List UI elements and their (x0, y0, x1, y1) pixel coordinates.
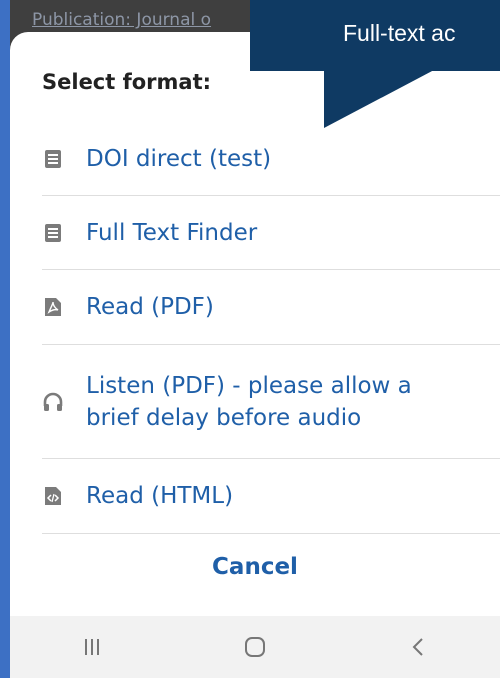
option-label: Read (HTML) (86, 483, 234, 509)
option-label: Listen (PDF) - please allow a brief dela… (86, 372, 412, 431)
document-icon (42, 148, 64, 170)
option-label: Full Text Finder (86, 219, 258, 246)
document-icon (42, 222, 64, 244)
html-icon (42, 485, 64, 507)
headphones-icon (42, 391, 64, 413)
option-listen-pdf[interactable]: Listen (PDF) - please allow a brief dela… (42, 345, 500, 459)
option-full-text-finder[interactable]: Full Text Finder (42, 196, 500, 270)
sheet-title: Select format: (42, 70, 212, 94)
cancel-button[interactable]: Cancel (10, 554, 500, 580)
tooltip-text: Full-text ac (343, 20, 456, 46)
home-icon[interactable] (225, 632, 285, 662)
pdf-icon (42, 296, 64, 318)
system-nav-bar (10, 616, 500, 678)
option-label: DOI direct (test) (86, 145, 272, 172)
option-read-html[interactable]: Read (HTML) (42, 459, 500, 534)
tooltip-pointer (324, 70, 434, 128)
recent-apps-icon[interactable] (62, 632, 122, 662)
full-text-tooltip: Full-text ac (250, 0, 500, 71)
option-doi-direct[interactable]: DOI direct (test) (42, 122, 500, 196)
publication-link[interactable]: Publication: Journal o (32, 10, 252, 30)
background-sidebar-strip (0, 0, 10, 678)
option-read-pdf[interactable]: Read (PDF) (42, 270, 500, 345)
back-icon[interactable] (388, 632, 448, 662)
option-label: Read (PDF) (86, 294, 214, 320)
